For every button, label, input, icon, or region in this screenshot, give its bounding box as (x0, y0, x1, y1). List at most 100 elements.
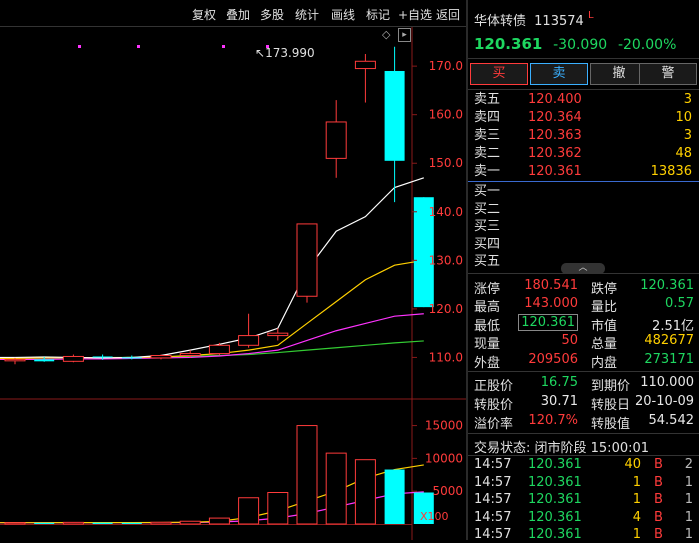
kline-chart[interactable]: 170.0 160.0 150.0 140.0 130.0 120.0 110.0 15000… (0, 27, 468, 540)
high-price-value: 173.990 (265, 46, 315, 60)
right-panel-border (466, 0, 468, 540)
volume-bar (238, 497, 260, 525)
price-tick-label: 140.0 (429, 205, 463, 219)
tick-volume: 1 (632, 492, 641, 507)
premium-rate-value: 120.7% (528, 413, 578, 428)
ask-row[interactable]: 卖三 120.363 3 (472, 127, 697, 145)
conversion-date-label: 转股日 (591, 398, 631, 413)
toolbar-diejia-button[interactable]: 叠加 (226, 0, 250, 26)
ask-price[interactable]: 120.362 (528, 145, 582, 163)
ask-price[interactable]: 120.364 (528, 109, 582, 127)
buy-button[interactable]: 买 (470, 63, 528, 85)
toolbar-duogu-button[interactable]: 多股 (260, 0, 284, 26)
stock-name: 华体转债 (474, 14, 527, 29)
volume-bar (92, 522, 113, 524)
conversion-value-value: 54.542 (648, 413, 695, 428)
tick-volume: 40 (624, 457, 641, 472)
inner-volume-value: 273171 (644, 352, 694, 367)
ask-row[interactable]: 卖二 120.362 48 (472, 145, 697, 163)
market-cap-value: 2.51亿 (652, 319, 694, 334)
ask-price[interactable]: 120.400 (528, 91, 582, 109)
ask-price[interactable]: 120.361 (528, 163, 582, 181)
limit-down-value: 120.361 (640, 278, 694, 293)
tick-volume: 1 (632, 474, 641, 490)
premium-rate-label: 溢价率 (474, 417, 514, 432)
tick-count: 1 (684, 509, 693, 525)
low-value: 120.361 (518, 314, 578, 331)
conversion-date-value: 20-10-09 (634, 394, 694, 409)
price-tick-label: 120.0 (429, 302, 463, 316)
tick-count: 1 (684, 527, 693, 542)
tick-row: 14:57 120.361 1 B 1 (474, 491, 699, 508)
toolbar: 复权 叠加 多股 统计 画线 标记 +自选 返回 (0, 0, 468, 26)
stock-code: 113574 (534, 14, 584, 29)
volume-unit-label: X100 (420, 510, 449, 523)
expand-toggle[interactable]: ︿ (561, 263, 605, 274)
divider (468, 371, 699, 372)
bid-ask-divider (468, 181, 699, 182)
price-tick-label: 110.0 (429, 350, 463, 364)
divider (468, 58, 699, 59)
ask-row[interactable]: 卖五 120.400 3 (472, 91, 697, 109)
conversion-price-label: 转股价 (474, 398, 514, 413)
outer-volume-value: 209506 (528, 352, 578, 367)
ask-row[interactable]: 卖一 120.361 13836 (472, 163, 697, 181)
tick-row: 14:57 120.361 4 B 1 (474, 509, 699, 526)
volume-bar (267, 492, 289, 525)
volume-bar (121, 522, 142, 524)
candle-body (121, 357, 142, 359)
bid-row[interactable]: 买二 (472, 201, 697, 219)
volume-ratio-label: 量比 (591, 300, 618, 315)
volume-bar (34, 522, 55, 524)
stock-title: 华体转债 113574 L (474, 10, 594, 29)
ask-level-label: 卖一 (474, 164, 501, 179)
candle-body (325, 121, 347, 159)
collapse-panel-icon[interactable]: ▸ (398, 28, 411, 42)
candle-body (238, 335, 260, 346)
outer-volume-label: 外盘 (474, 356, 501, 371)
ask-volume: 10 (675, 110, 692, 125)
diamond-icon[interactable]: ◇ (382, 28, 390, 41)
low-label: 最低 (474, 319, 501, 334)
price-change-pct: -20.00% (617, 37, 677, 53)
toolbar-back-button[interactable]: 返回 (436, 0, 460, 26)
toolbar-biaoji-button[interactable]: 标记 (366, 0, 390, 26)
ask-price[interactable]: 120.363 (528, 127, 582, 145)
candle-body (4, 358, 26, 362)
total-volume-label: 总量 (591, 337, 618, 352)
tick-side: B (654, 457, 663, 472)
tick-price: 120.361 (528, 457, 582, 472)
last-price: 120.361 (474, 35, 543, 53)
conversion-price-value: 30.71 (540, 394, 578, 409)
candle-body (384, 70, 405, 161)
tick-price: 120.361 (528, 527, 582, 542)
ask-row[interactable]: 卖四 120.364 10 (472, 109, 697, 127)
volume-tick-label: 15000 (425, 419, 463, 433)
ask-level-label: 卖二 (474, 146, 501, 161)
tick-side: B (654, 509, 663, 525)
tick-time: 14:57 (474, 492, 512, 507)
bid-row[interactable]: 买三 (472, 218, 697, 236)
stock-price-label: 正股价 (474, 379, 514, 394)
ask-level-label: 卖四 (474, 110, 501, 125)
bid-row[interactable]: 买四 (472, 236, 697, 254)
price-tick-label: 150.0 (429, 156, 463, 170)
bid-level-label: 买四 (474, 236, 501, 252)
candle-body (208, 344, 230, 355)
bid-row[interactable]: 买一 (472, 183, 697, 201)
candle-body (150, 354, 172, 359)
toolbar-huaxian-button[interactable]: 画线 (331, 0, 355, 26)
ask-volume: 3 (683, 128, 692, 143)
quote-line: 120.361 -30.090 -20.00% (474, 35, 676, 53)
total-volume-value: 482677 (644, 333, 694, 348)
candle-body (62, 355, 84, 362)
toolbar-add-watchlist-button[interactable]: +自选 (398, 0, 432, 26)
toolbar-tongji-button[interactable]: 统计 (295, 0, 319, 26)
event-marker (137, 45, 140, 48)
tick-row: 14:57 120.361 40 B 2 (474, 456, 699, 473)
candle-body (267, 332, 289, 337)
toolbar-fuquan-button[interactable]: 复权 (192, 0, 216, 26)
conversion-value-label: 转股值 (591, 417, 631, 432)
alert-button[interactable]: 警 (639, 63, 697, 85)
sell-button[interactable]: 卖 (530, 63, 588, 85)
